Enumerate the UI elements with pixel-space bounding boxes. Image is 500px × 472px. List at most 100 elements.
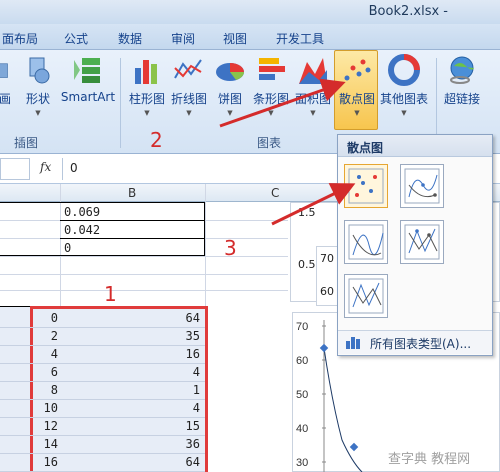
gridline <box>0 363 205 364</box>
bar-chart-button[interactable]: 条形图 ▼ <box>250 54 292 117</box>
cell-value[interactable]: 15 <box>186 419 200 433</box>
chevron-down-icon: ▼ <box>186 109 192 117</box>
tab-data[interactable]: 数据 <box>118 30 142 47</box>
axis-tick-label: 70 <box>320 252 334 265</box>
cell-value[interactable]: 4 <box>193 401 200 415</box>
scatter-markers-icon <box>348 168 384 204</box>
cell-value[interactable]: 2 <box>51 329 58 343</box>
scatter-markers-only-option[interactable] <box>344 164 388 208</box>
cell-value[interactable]: 0.069 <box>64 205 100 219</box>
cell-value[interactable]: 36 <box>186 437 200 451</box>
scatter-smooth-lines-icon <box>348 224 384 260</box>
gridline <box>0 381 205 382</box>
dropdown-title: 散点图 <box>347 141 384 155</box>
cell-value[interactable]: 0 <box>51 311 58 325</box>
group-label-illustrations: 插图 <box>14 136 39 150</box>
cell-value[interactable]: 12 <box>44 419 58 433</box>
cell-value[interactable]: 1 <box>193 383 200 397</box>
tab-formulas[interactable]: 公式 <box>64 30 88 47</box>
cell-value[interactable]: 14 <box>44 437 58 451</box>
data-point-marker <box>319 343 329 353</box>
tab-developer[interactable]: 开发工具 <box>276 30 324 47</box>
picture-icon <box>0 63 8 78</box>
line-chart-icon <box>174 59 202 79</box>
pie-chart-icon <box>216 63 244 81</box>
area-chart-button[interactable]: 面积图 ▼ <box>292 54 334 117</box>
cell-value[interactable]: 8 <box>51 383 58 397</box>
cell-value[interactable]: 35 <box>186 329 200 343</box>
name-box[interactable] <box>0 158 30 180</box>
bar-chart-icon <box>259 58 285 80</box>
data-point-marker <box>349 442 359 452</box>
area-chart-icon <box>299 58 327 84</box>
formula-input[interactable]: 0 <box>70 161 78 175</box>
column-header-c[interactable]: C <box>271 186 279 200</box>
cell-value[interactable]: 0 <box>64 241 71 255</box>
fx-label[interactable]: fx <box>40 160 51 174</box>
divider <box>120 58 121 148</box>
scatter-chart-icon <box>344 59 371 81</box>
y-tick-label: 40 <box>296 423 308 435</box>
scatter-smooth-lines-option[interactable] <box>344 220 388 264</box>
cell-value[interactable]: 10 <box>44 401 58 415</box>
scatter-smooth-markers-option[interactable] <box>400 164 444 208</box>
scatter-straight-lines-icon <box>348 278 384 314</box>
watermark: 查字典 教程网 <box>388 452 471 467</box>
all-chart-types-label[interactable]: 所有图表类型(A)... <box>370 335 471 352</box>
smartart-button[interactable]: SmartArt <box>60 54 116 104</box>
ribbon-tabs: 面布局 公式 数据 审阅 视图 开发工具 <box>0 24 500 50</box>
column-chart-button[interactable]: 柱形图 ▼ <box>126 54 168 117</box>
picture-button[interactable]: 画 <box>0 54 18 117</box>
cell-value[interactable]: 64 <box>186 311 200 325</box>
axis-tick-label: 0.5 <box>298 258 316 271</box>
axis-tick-label: 1.5 <box>298 206 316 219</box>
group-label-charts: 图表 <box>257 136 282 150</box>
chevron-down-icon: ▼ <box>310 109 316 117</box>
window-title: Book2.xlsx - <box>368 4 448 19</box>
column-header-b[interactable]: B <box>128 186 136 200</box>
chevron-down-icon: ▼ <box>144 109 150 117</box>
column-chart-icon <box>135 60 157 84</box>
gridline <box>0 453 205 454</box>
scatter-smooth-markers-icon <box>404 168 440 204</box>
gridline <box>0 399 205 400</box>
tab-view[interactable]: 视图 <box>223 30 247 47</box>
scatter-straight-markers-icon <box>404 224 440 260</box>
tab-review[interactable]: 审阅 <box>171 30 195 47</box>
y-tick-label: 70 <box>296 321 308 333</box>
bordered-range <box>0 202 205 256</box>
cell-value[interactable]: 0.042 <box>64 223 100 237</box>
cell-value[interactable]: 4 <box>51 347 58 361</box>
pie-chart-button[interactable]: 饼图 ▼ <box>212 54 248 117</box>
axis-tick-label: 60 <box>320 285 334 298</box>
cell-value[interactable]: 64 <box>186 455 200 469</box>
y-tick-label: 60 <box>296 355 308 367</box>
scatter-straight-markers-option[interactable] <box>400 220 444 264</box>
cell-value[interactable]: 16 <box>44 455 58 469</box>
tab-page-layout[interactable]: 面布局 <box>2 30 38 47</box>
chevron-down-icon: ▼ <box>227 109 233 117</box>
shapes-button[interactable]: 形状 ▼ <box>20 54 56 117</box>
y-tick-label: 30 <box>296 457 308 469</box>
annotation-number: 1 <box>104 282 117 306</box>
doughnut-chart-icon <box>388 54 420 86</box>
scatter-curve <box>323 347 363 472</box>
y-tick-label: 50 <box>296 389 308 401</box>
cell-value[interactable]: 6 <box>51 365 58 379</box>
cell-value[interactable]: 16 <box>186 347 200 361</box>
smartart-icon <box>74 58 100 83</box>
annotation-number: 3 <box>224 236 237 260</box>
cell-value[interactable]: 4 <box>193 365 200 379</box>
hyperlink-button[interactable]: 超链接 <box>440 54 484 107</box>
scatter-chart-button[interactable]: 散点图 ▼ <box>336 54 378 117</box>
other-charts-button[interactable]: 其他图表 ▼ <box>378 54 430 117</box>
annotation-number: 2 <box>150 128 163 152</box>
y-axis-ticks: 70 60 50 40 30 <box>296 321 326 469</box>
chevron-down-icon: ▼ <box>35 109 41 117</box>
shapes-icon <box>29 57 50 84</box>
line-chart-button[interactable]: 折线图 ▼ <box>168 54 210 117</box>
scatter-straight-lines-option[interactable] <box>344 274 388 318</box>
gridline <box>0 345 205 346</box>
gridline <box>0 327 205 328</box>
gridline <box>0 435 205 436</box>
